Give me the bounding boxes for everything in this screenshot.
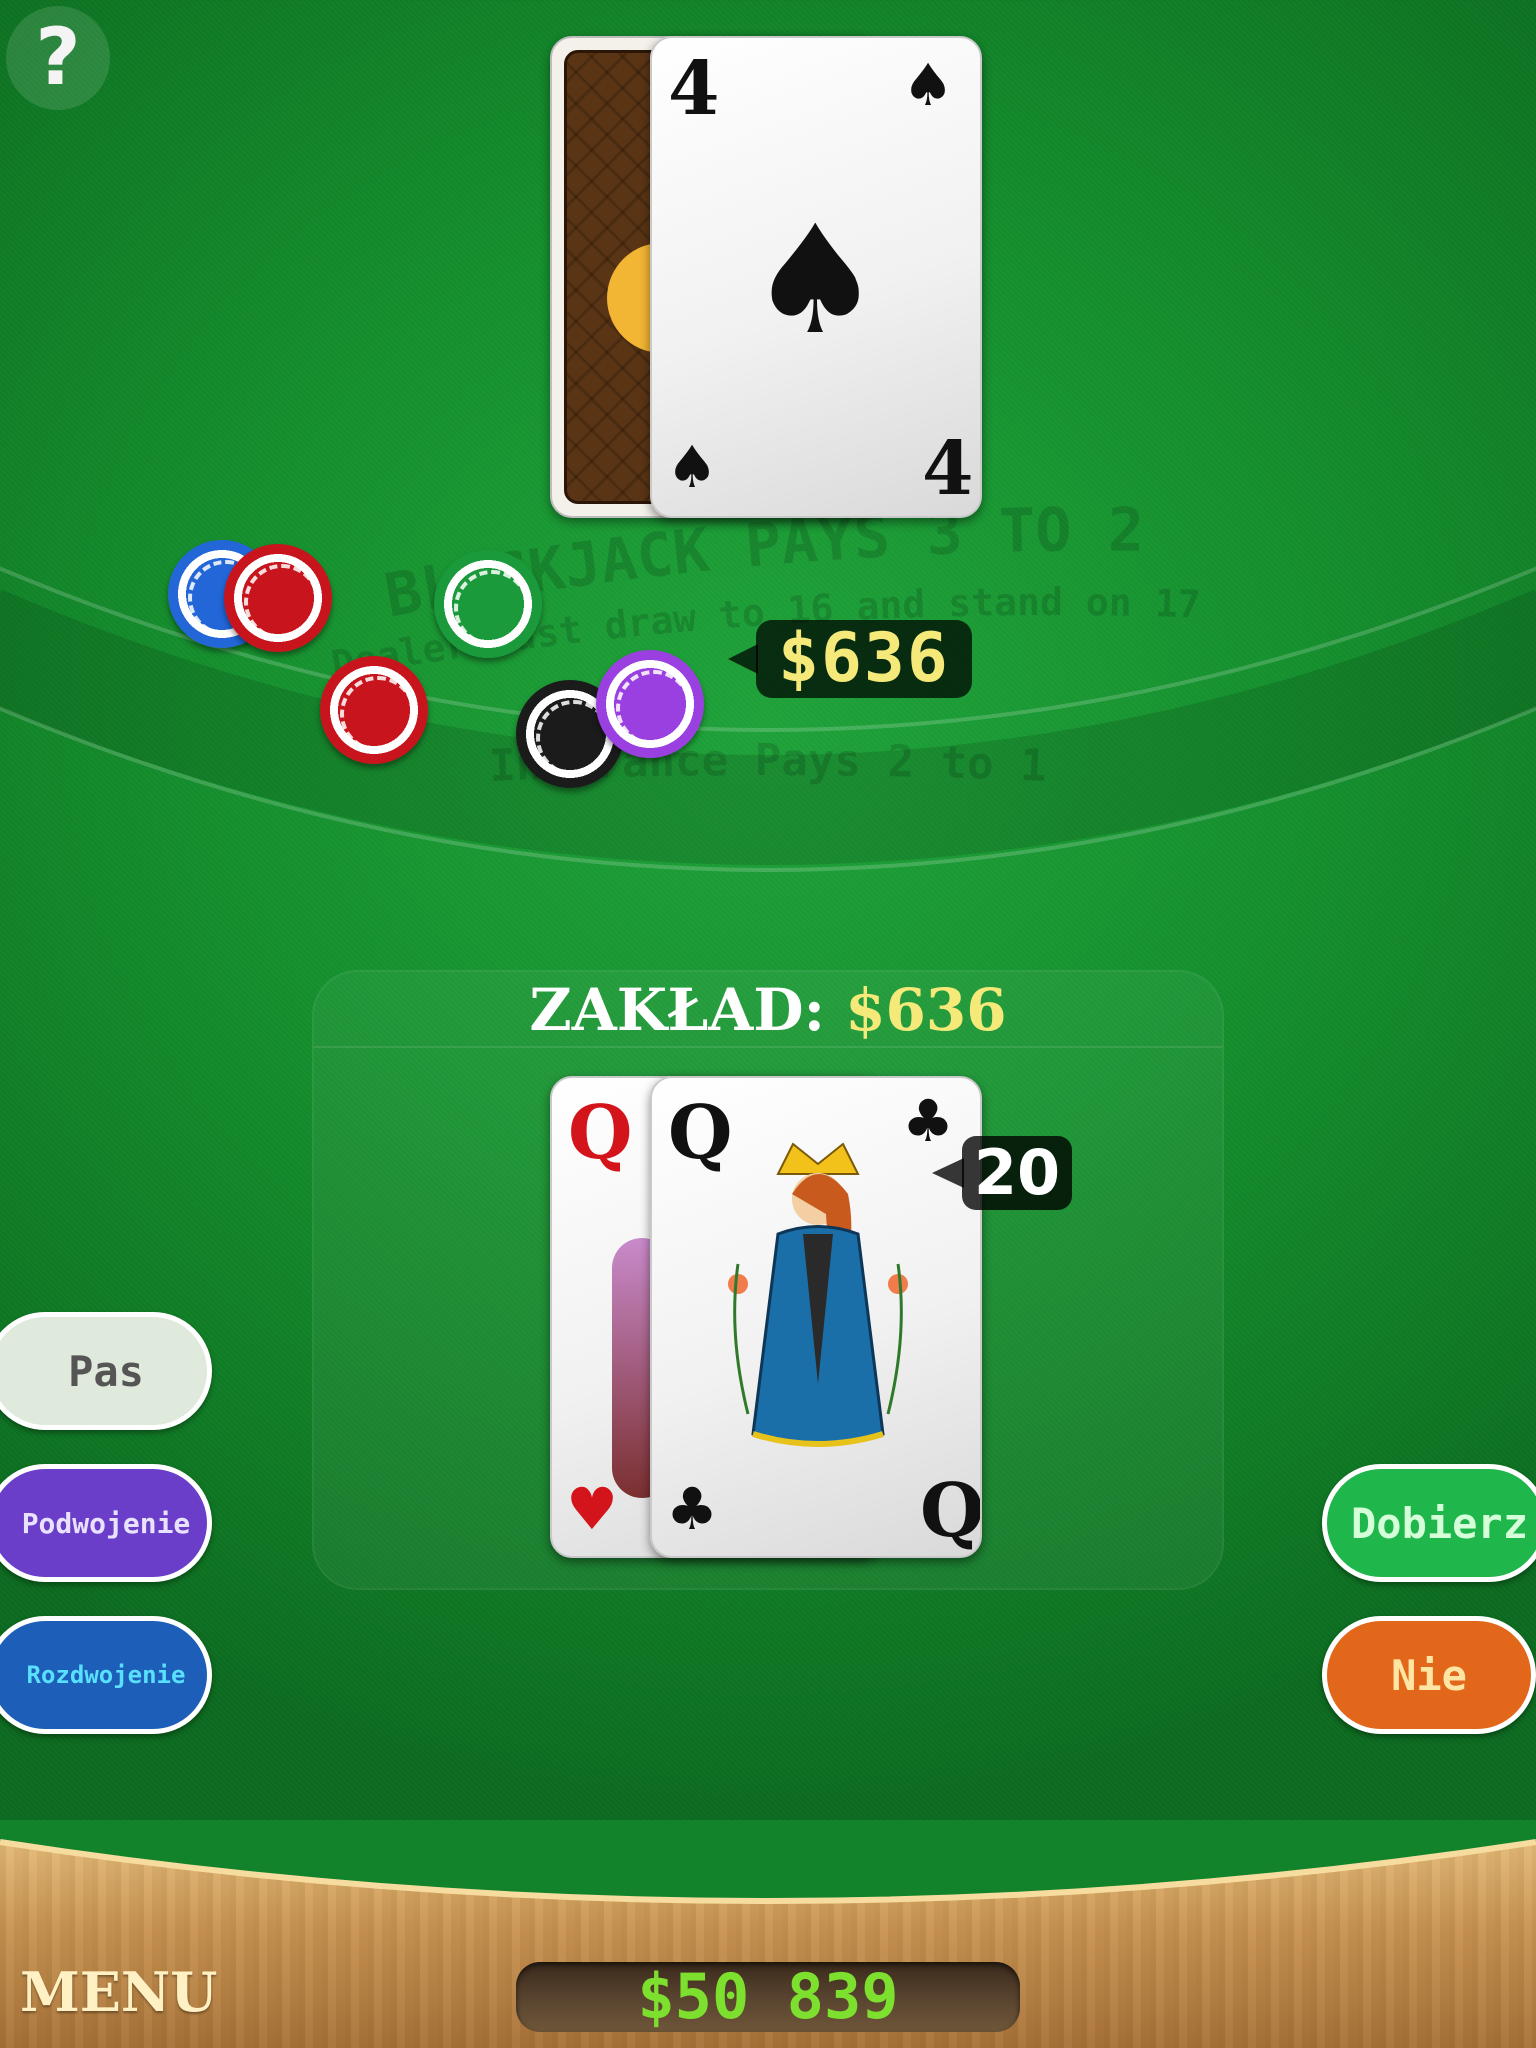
chip [320,656,428,764]
dealer-bet-bubble: $636 [728,620,972,698]
queen-of-clubs-art [728,1142,908,1447]
spade-icon: ♠ [666,433,718,501]
no-button-label: Nie [1391,1650,1467,1700]
bet-header: ZAKŁAD: $636 [314,972,1222,1048]
spade-icon: ♠ [902,51,954,119]
club-icon: ♣ [666,1475,718,1543]
no-button[interactable]: Nie [1322,1616,1536,1734]
wood-rail-edge [0,1820,1536,1904]
stand-button-label: Pas [68,1346,144,1396]
split-button-label: Rozdwojenie [26,1661,186,1689]
split-button[interactable]: Rozdwojenie [0,1616,212,1734]
double-button[interactable]: Podwojenie [0,1464,212,1582]
heart-icon: ♥ [566,1475,618,1543]
stand-button[interactable]: Pas [0,1312,212,1430]
chip [434,550,542,658]
bet-label: ZAKŁAD: [529,976,825,1044]
help-button[interactable]: ? [6,6,110,110]
chip [224,544,332,652]
double-button-label: Podwojenie [21,1506,191,1540]
card-rank: Q [568,1090,633,1176]
hit-button[interactable]: Dobierz [1322,1464,1536,1582]
bet-amount: $636 [845,976,1007,1044]
dealer-card-up: 4 ♠ ♠ ♠ 4 [650,36,982,518]
player-score-bubble: 20 [932,1136,1072,1210]
player-card-2: Q ♣ ♣ Q [650,1076,982,1558]
card-rank: 4 [922,426,974,512]
card-rank: 4 [668,46,720,132]
menu-button[interactable]: MENU [20,1960,217,2024]
balance-display: $50 839 [516,1962,1020,2032]
card-rank: Q [920,1468,982,1554]
hit-button-label: Dobierz [1351,1498,1529,1548]
spade-center-icon: ♠ [748,194,883,368]
chip [596,650,704,758]
